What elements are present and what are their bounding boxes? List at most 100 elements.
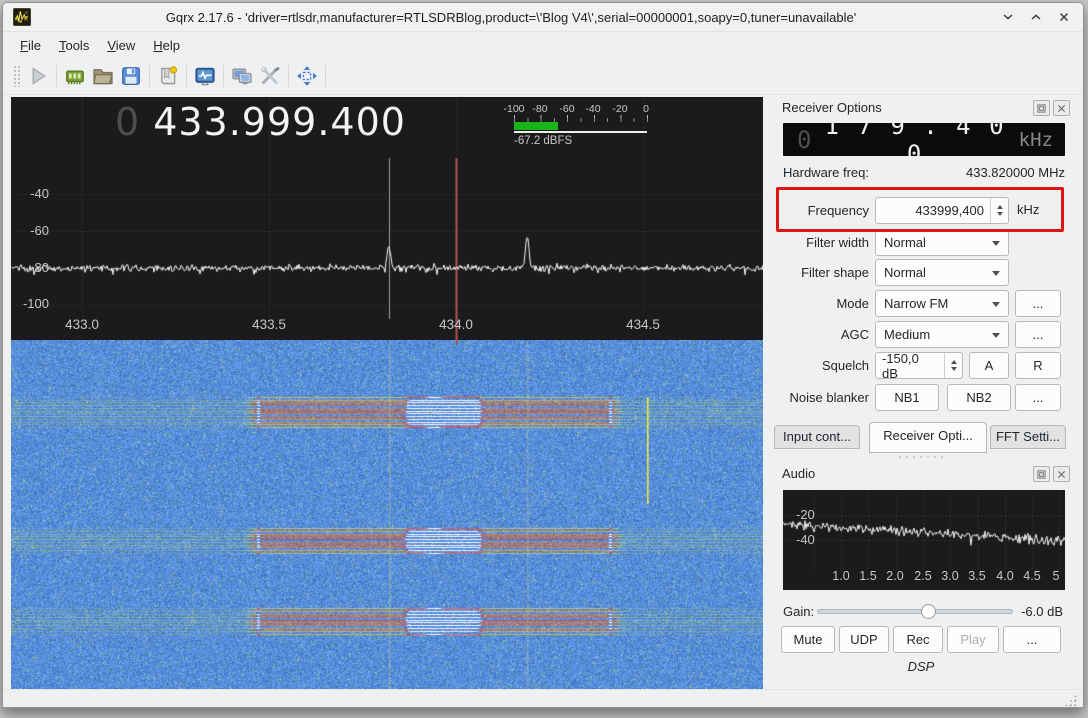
meter-tick-label: -20 <box>612 103 627 115</box>
gqrx-window: Gqrx 2.17.6 - 'driver=rtlsdr,manufacture… <box>2 2 1084 708</box>
gain-slider-groove[interactable] <box>817 609 1013 614</box>
dsp-status-label: DSP <box>759 659 1083 674</box>
float-panel-button[interactable] <box>1033 466 1050 482</box>
lcd-unit: kHz <box>1019 129 1053 151</box>
spectrum-x-tick: 434.0 <box>428 317 484 332</box>
chip-icon <box>64 65 86 87</box>
menu-tools[interactable]: Tools <box>50 35 98 56</box>
statusbar <box>3 689 1083 708</box>
toolbar-grip[interactable] <box>13 65 20 87</box>
main-area: 0 433.999.400 -100 -80 -60 -40 -20 0 -67… <box>3 95 1083 689</box>
udp-button[interactable]: UDP <box>839 626 889 653</box>
tools-button[interactable] <box>256 62 284 90</box>
meter-tick-label: -60 <box>559 103 574 115</box>
computers-icon <box>231 65 253 87</box>
fullscreen-button[interactable] <box>293 62 321 90</box>
minimize-button[interactable] <box>999 8 1017 26</box>
menu-help[interactable]: Help <box>144 35 189 56</box>
toolbar-separator <box>223 65 224 87</box>
spectrum-y-tick: -80 <box>15 260 49 275</box>
frequency-leading-zero: 0 <box>115 99 139 145</box>
spin-arrows-icon[interactable] <box>990 198 1008 223</box>
save-settings-button[interactable] <box>117 62 145 90</box>
nb2-button[interactable]: NB2 <box>947 384 1011 411</box>
chevron-down-icon <box>992 302 1000 307</box>
app-icon <box>13 8 31 26</box>
resize-grip[interactable] <box>1064 694 1077 707</box>
squelch-value: -150,0 dB <box>876 353 944 378</box>
toolbar-separator <box>288 65 289 87</box>
chevron-down-icon <box>992 333 1000 338</box>
agc-options-button[interactable]: ... <box>1015 321 1061 348</box>
chevron-down-icon <box>992 271 1000 276</box>
audio-x-tick: 4.0 <box>991 569 1019 583</box>
spectrum-x-tick: 434.5 <box>615 317 671 332</box>
toolbar-separator <box>186 65 187 87</box>
filter-shape-combo[interactable]: Normal <box>875 259 1009 286</box>
menu-file[interactable]: File <box>11 35 50 56</box>
frequency-spinbox[interactable]: 433999,400 <box>875 197 1009 224</box>
tab-receiver-options[interactable]: Receiver Opti... <box>869 422 987 453</box>
audio-x-tick: 3.5 <box>963 569 991 583</box>
mode-combo[interactable]: Narrow FM <box>875 290 1009 317</box>
agc-value: Medium <box>884 327 930 342</box>
close-panel-button[interactable] <box>1053 100 1070 116</box>
remote-control-button[interactable] <box>228 62 256 90</box>
toolbar-separator <box>56 65 57 87</box>
window-title: Gqrx 2.17.6 - 'driver=rtlsdr,manufacture… <box>31 10 991 25</box>
start-dsp-button[interactable] <box>24 62 52 90</box>
right-dock: Receiver Options 0 1 7 9 . 4 0 0 kHz Har… <box>759 95 1083 689</box>
squelch-reset-button[interactable]: R <box>1015 352 1061 379</box>
audio-y-tick: -20 <box>796 507 815 522</box>
menubar: File Tools View Help <box>3 32 1083 58</box>
float-panel-button[interactable] <box>1033 100 1050 116</box>
agc-label: AGC <box>759 321 869 348</box>
squelch-auto-button[interactable]: A <box>969 352 1009 379</box>
spectrum-x-tick: 433.5 <box>241 317 297 332</box>
maximize-button[interactable] <box>1027 8 1045 26</box>
load-settings-button[interactable] <box>89 62 117 90</box>
tab-input-controls[interactable]: Input cont... <box>774 425 860 449</box>
offset-frequency-lcd[interactable]: 0 1 7 9 . 4 0 0 kHz <box>783 123 1065 156</box>
audio-x-tick: 2.0 <box>881 569 909 583</box>
mode-value: Narrow FM <box>884 296 948 311</box>
filter-width-combo[interactable]: Normal <box>875 229 1009 256</box>
waterfall-canvas[interactable] <box>11 340 763 689</box>
mute-button[interactable]: Mute <box>781 626 835 653</box>
dsp-options-button[interactable] <box>191 62 219 90</box>
spectrum-x-tick: 433.0 <box>54 317 110 332</box>
frequency-digits: 433.999.400 <box>153 99 406 145</box>
agc-combo[interactable]: Medium <box>875 321 1009 348</box>
meter-readout: -67.2 dBFS <box>514 135 572 147</box>
close-panel-button[interactable] <box>1053 466 1070 482</box>
bookmarks-button[interactable] <box>154 62 182 90</box>
rec-button[interactable]: Rec <box>893 626 943 653</box>
chevron-down-icon <box>992 241 1000 246</box>
audio-options-button[interactable]: ... <box>1003 626 1061 653</box>
floppy-icon <box>120 65 142 87</box>
noise-blanker-options-button[interactable]: ... <box>1015 384 1061 411</box>
meter-tick-label: 0 <box>643 103 649 115</box>
dock-splitter-handle[interactable] <box>899 455 943 459</box>
squelch-spinbox[interactable]: -150,0 dB <box>875 352 963 379</box>
gain-label: Gain: <box>783 604 814 619</box>
menu-view[interactable]: View <box>98 35 144 56</box>
titlebar[interactable]: Gqrx 2.17.6 - 'driver=rtlsdr,manufacture… <box>3 3 1083 32</box>
mode-options-button[interactable]: ... <box>1015 290 1061 317</box>
close-button[interactable] <box>1055 8 1073 26</box>
meter-tick-label: -40 <box>585 103 600 115</box>
configure-io-button[interactable] <box>61 62 89 90</box>
main-frequency-display[interactable]: 0 433.999.400 <box>115 99 406 145</box>
lcd-digits: 1 7 9 . 4 0 0 <box>811 112 1018 168</box>
meter-tick-label: -80 <box>532 103 547 115</box>
spectrum-y-tick: -100 <box>15 296 49 311</box>
audio-y-tick: -40 <box>796 532 815 547</box>
meter-level-bar <box>514 122 558 130</box>
spin-arrows-icon[interactable] <box>944 353 962 378</box>
play-button[interactable]: Play <box>947 626 999 653</box>
gain-value: -6.0 dB <box>1015 604 1063 619</box>
gain-slider-handle[interactable] <box>921 604 936 619</box>
nb1-button[interactable]: NB1 <box>875 384 939 411</box>
lcd-leading-zero: 0 <box>797 126 811 154</box>
tab-fft-settings[interactable]: FFT Setti... <box>990 425 1066 449</box>
